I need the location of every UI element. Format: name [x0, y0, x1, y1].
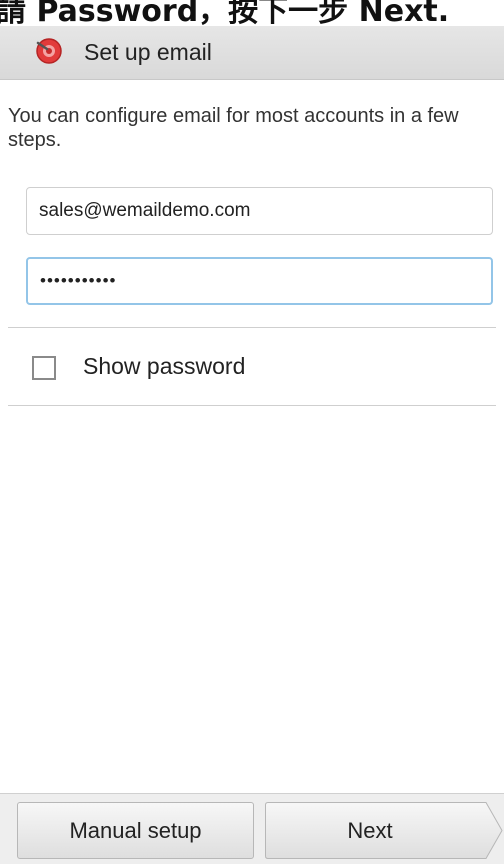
show-password-label[interactable]: Show password	[83, 353, 245, 380]
action-bar-title: Set up email	[84, 39, 212, 65]
password-field[interactable]	[26, 257, 493, 305]
divider	[8, 327, 496, 328]
email-app-icon	[36, 38, 62, 64]
email-field[interactable]	[26, 187, 493, 235]
next-label: Next	[347, 817, 393, 843]
action-bar: Set up email	[0, 26, 504, 80]
intro-text: You can configure email for most account…	[8, 105, 459, 151]
next-button[interactable]: Next	[265, 802, 503, 859]
manual-setup-label: Manual setup	[69, 817, 202, 843]
top-caption: 請 Password，按下一步 Next.	[0, 0, 504, 26]
show-password-checkbox[interactable]	[32, 356, 56, 380]
manual-setup-button[interactable]: Manual setup	[17, 802, 254, 859]
caption-text: 請 Password，按下一步 Next.	[0, 0, 450, 26]
divider	[8, 405, 496, 406]
